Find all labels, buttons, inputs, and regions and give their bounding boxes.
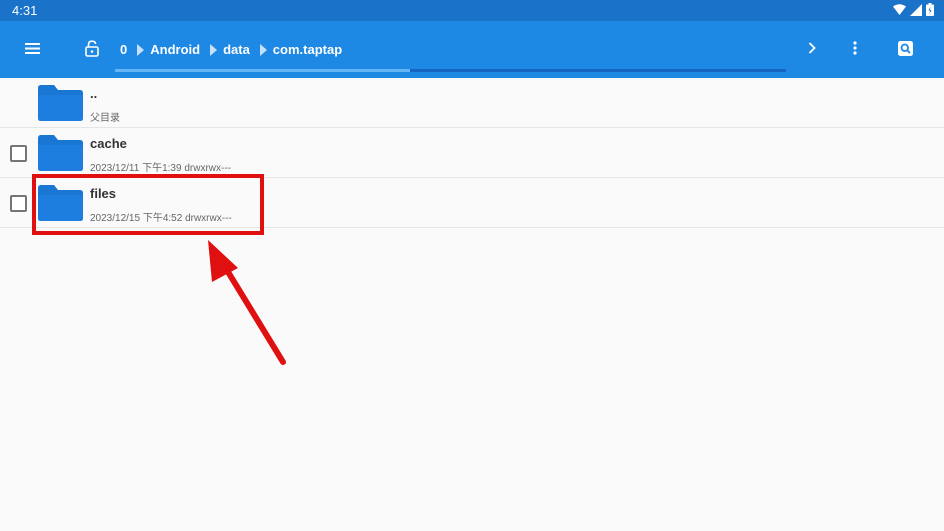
breadcrumb-separator-icon xyxy=(137,43,145,56)
breadcrumb-separator-icon xyxy=(210,43,218,56)
forward-button[interactable] xyxy=(800,36,824,60)
breadcrumb-data[interactable]: data xyxy=(223,42,250,57)
list-item-cache[interactable]: cache 2023/12/11 下午1:39 drwxrwx--- xyxy=(0,128,944,178)
signal-icon xyxy=(910,3,922,16)
status-time: 4:31 xyxy=(12,3,38,18)
chevron-right-icon xyxy=(808,42,816,54)
more-vert-icon xyxy=(853,41,857,55)
file-meta: 2023/12/11 下午1:39 drwxrwx--- xyxy=(90,163,231,174)
hamburger-menu-icon xyxy=(24,42,40,54)
breadcrumb-root[interactable]: 0 xyxy=(120,42,127,57)
file-meta: 父目录 xyxy=(90,113,120,124)
file-name: cache xyxy=(90,136,127,151)
lock-icon xyxy=(85,39,99,57)
search-button[interactable] xyxy=(893,36,917,60)
loading-progress-bar xyxy=(115,69,786,72)
breadcrumb-android[interactable]: Android xyxy=(150,42,200,57)
loading-progress-fill xyxy=(115,69,411,72)
breadcrumb: 0 Android data com.taptap xyxy=(120,42,342,57)
folder-icon xyxy=(38,135,83,171)
menu-button[interactable] xyxy=(20,36,44,60)
list-item-parent-directory[interactable]: .. 父目录 xyxy=(0,78,944,128)
lock-button[interactable] xyxy=(80,36,104,60)
select-checkbox[interactable] xyxy=(10,195,27,212)
folder-icon xyxy=(38,85,83,121)
annotation-highlight-box xyxy=(32,174,264,235)
wifi-icon xyxy=(893,3,906,15)
app-bar: 0 Android data com.taptap xyxy=(0,21,944,78)
select-checkbox[interactable] xyxy=(10,145,27,162)
breadcrumb-separator-icon xyxy=(259,43,267,56)
breadcrumb-com-taptap[interactable]: com.taptap xyxy=(273,42,342,57)
search-icon xyxy=(897,40,913,56)
battery-icon xyxy=(926,3,934,16)
status-bar: 4:31 xyxy=(0,0,944,21)
more-options-button[interactable] xyxy=(843,36,867,60)
file-name: .. xyxy=(90,86,98,101)
